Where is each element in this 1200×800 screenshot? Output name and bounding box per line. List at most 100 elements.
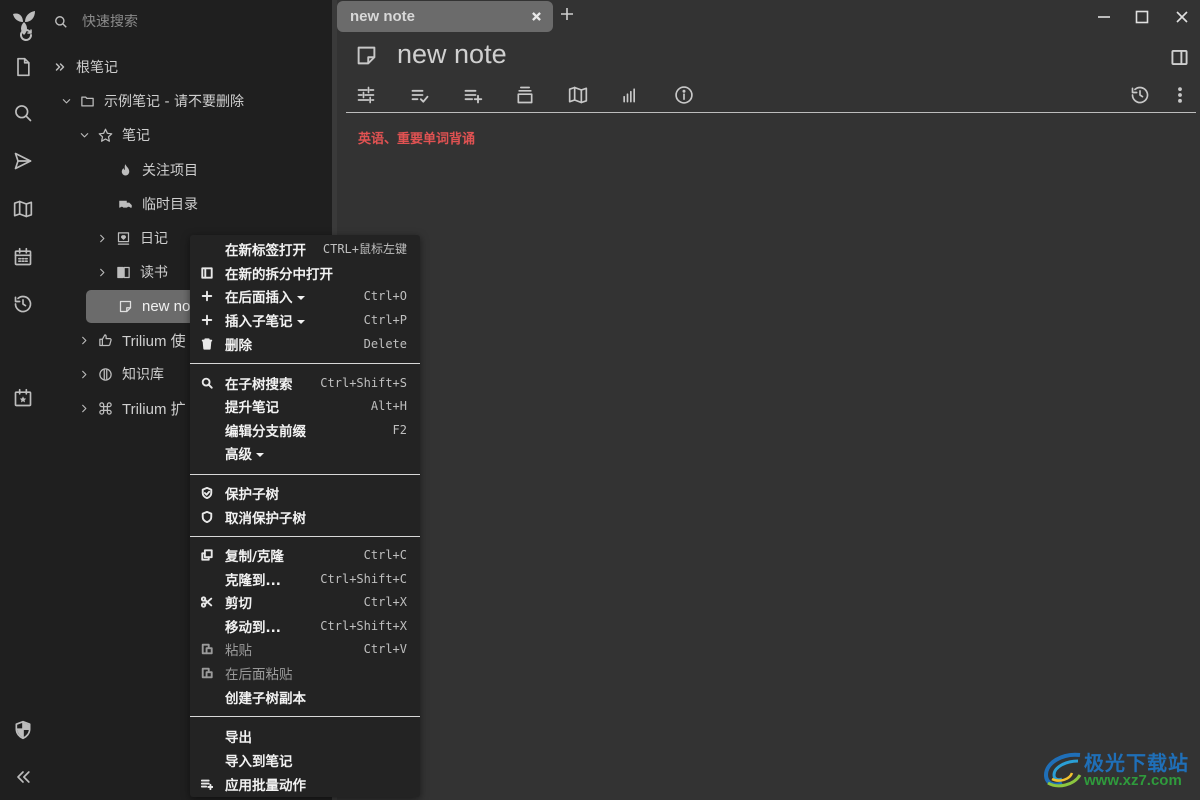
trilium-logo-icon xyxy=(13,11,35,41)
menu-apply-bulk-actions[interactable]: 应用批量动作 xyxy=(190,772,420,795)
launcher-bar xyxy=(0,0,46,800)
tree-node-root[interactable]: 根笔记 xyxy=(52,52,118,82)
chevron-right-icon xyxy=(99,234,104,242)
expand-toggle[interactable] xyxy=(77,403,91,414)
launcher-recent-changes[interactable] xyxy=(11,292,35,316)
menu-delete[interactable]: 删除 Delete xyxy=(190,332,420,355)
menu-duplicate-subtree[interactable]: 创建子树副本 xyxy=(190,685,420,708)
watermark-logo-icon xyxy=(1043,752,1082,788)
split-pane-icon xyxy=(1171,49,1188,66)
close-window-button[interactable] xyxy=(1173,8,1191,26)
shield-check-icon xyxy=(201,486,213,499)
menu-open-in-new-split[interactable]: 在新的拆分中打开 xyxy=(190,261,420,284)
tree-node[interactable]: 临时目录 xyxy=(117,189,198,219)
ribbon-owned-attributes[interactable] xyxy=(462,84,484,106)
launcher-calendar[interactable] xyxy=(11,245,35,269)
tree-node[interactable]: 知识库 xyxy=(77,359,164,389)
menu-copy-clone[interactable]: 复制/克隆 Ctrl+C xyxy=(190,543,420,566)
shield-icon xyxy=(201,510,213,523)
tree-node[interactable]: 日记 xyxy=(95,223,168,253)
menu-separator xyxy=(190,363,420,364)
note-icon xyxy=(357,46,376,65)
close-icon xyxy=(531,12,541,21)
menu-import-into-note[interactable]: 导入到笔记 xyxy=(190,748,420,771)
ribbon-promoted-attributes[interactable] xyxy=(409,84,431,106)
expand-toggle[interactable] xyxy=(77,335,91,346)
quick-search[interactable] xyxy=(52,8,312,36)
launcher-jump-to[interactable] xyxy=(11,149,35,173)
ribbon-more-button[interactable] xyxy=(1169,84,1191,106)
paste-icon xyxy=(201,667,213,678)
double-chevron-right-icon xyxy=(55,63,65,71)
ribbon-similar-notes[interactable] xyxy=(619,84,641,106)
launcher-new-note[interactable] xyxy=(11,55,35,79)
star-icon xyxy=(98,128,112,142)
maximize-button[interactable] xyxy=(1133,8,1151,26)
minimize-icon xyxy=(1098,16,1110,18)
menu-clone-to[interactable]: 克隆到... Ctrl+Shift+C xyxy=(190,567,420,590)
menu-export[interactable]: 导出 xyxy=(190,724,420,747)
tree-node[interactable]: 示例笔记 - 请不要删除 xyxy=(59,86,244,116)
menu-advanced[interactable]: 高级 xyxy=(190,441,420,464)
history-icon xyxy=(14,295,32,313)
app-logo-button[interactable] xyxy=(9,8,39,46)
expand-toggle[interactable] xyxy=(95,233,109,244)
expand-toggle[interactable] xyxy=(77,369,91,380)
toggle-right-pane-button[interactable] xyxy=(1171,49,1189,67)
menu-edit-branch-prefix[interactable]: 编辑分支前缀 F2 xyxy=(190,418,420,441)
ribbon-inherited-attributes[interactable] xyxy=(514,84,536,106)
map-icon xyxy=(568,86,588,104)
note-content-text[interactable]: 英语、重要单词背诵 xyxy=(358,128,475,147)
tree-node-label: Trilium 使 xyxy=(122,332,186,350)
menu-separator xyxy=(190,474,420,475)
launcher-today[interactable] xyxy=(11,386,35,410)
fire-icon xyxy=(121,163,129,175)
expand-toggle[interactable] xyxy=(77,130,91,141)
tree-node[interactable]: 关注项目 xyxy=(117,155,198,185)
launcher-note-map[interactable] xyxy=(11,197,35,221)
bar-chart-icon xyxy=(623,88,635,103)
truck-icon xyxy=(118,200,132,210)
menu-paste-after[interactable]: 在后面粘贴 xyxy=(190,661,420,684)
menu-protect-subtree[interactable]: 保护子树 xyxy=(190,481,420,504)
tree-node[interactable]: Trilium 扩 xyxy=(77,393,186,423)
launcher-collapse[interactable] xyxy=(11,765,35,789)
tree-node-label: 根笔记 xyxy=(76,60,118,76)
new-tab-button[interactable] xyxy=(561,8,577,24)
quick-search-input[interactable] xyxy=(82,14,282,30)
menu-open-in-new-tab[interactable]: 在新标签打开 CTRL+鼠标左键 xyxy=(190,237,420,260)
menu-unprotect-subtree[interactable]: 取消保护子树 xyxy=(190,505,420,528)
plus-icon xyxy=(561,8,573,20)
menu-search-in-subtree[interactable]: 在子树搜索 Ctrl+Shift+S xyxy=(190,371,420,394)
caret-down-icon xyxy=(296,319,305,324)
tree-node[interactable]: Trilium 使 xyxy=(77,325,186,355)
menu-cut[interactable]: 剪切 Ctrl+X xyxy=(190,590,420,613)
menu-hoist-note[interactable]: 提升笔记 Alt+H xyxy=(190,394,420,417)
tree-node[interactable]: 笔记 xyxy=(77,120,150,150)
calendar-star-icon xyxy=(14,388,32,407)
menu-paste[interactable]: 粘贴 Ctrl+V xyxy=(190,637,420,660)
double-chevron-left-icon xyxy=(17,771,30,783)
menu-move-to[interactable]: 移动到... Ctrl+Shift+X xyxy=(190,614,420,637)
paste-icon xyxy=(201,643,213,654)
ribbon-note-properties[interactable] xyxy=(355,84,377,106)
expand-toggle[interactable] xyxy=(95,267,109,278)
tab-new-note[interactable]: new note xyxy=(337,1,553,32)
launcher-protected-session[interactable] xyxy=(11,718,35,742)
menu-insert-after[interactable]: 在后面插入 Ctrl+O xyxy=(190,284,420,307)
menu-insert-child-note[interactable]: 插入子笔记 Ctrl+P xyxy=(190,308,420,331)
ribbon-note-map[interactable] xyxy=(567,84,589,106)
note-title-input[interactable] xyxy=(397,39,897,70)
tree-node-label: 关注项目 xyxy=(142,163,198,179)
launcher-search[interactable] xyxy=(11,101,35,125)
tab-close-button[interactable] xyxy=(529,10,543,24)
ribbon-note-revisions[interactable] xyxy=(1129,84,1151,106)
tree-node-label: 读书 xyxy=(140,265,168,281)
trash-icon xyxy=(201,337,213,350)
note-type-icon[interactable] xyxy=(356,45,378,67)
expand-toggle[interactable] xyxy=(59,96,73,107)
tree-node[interactable]: 读书 xyxy=(95,257,168,287)
minimize-button[interactable] xyxy=(1095,8,1113,26)
ribbon-note-info[interactable] xyxy=(673,84,695,106)
chevron-down-icon xyxy=(80,132,88,137)
